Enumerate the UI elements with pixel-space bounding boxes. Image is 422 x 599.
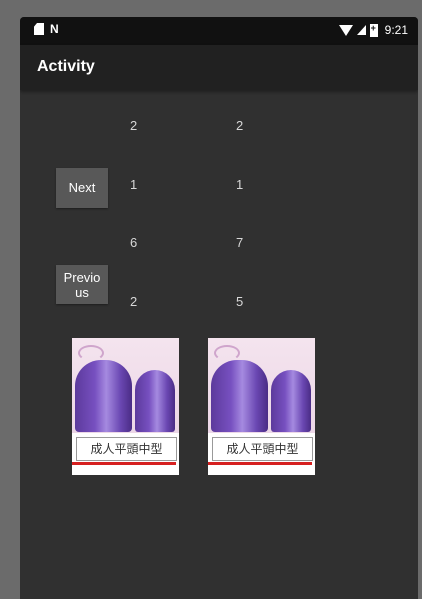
status-bar: N 9:21: [20, 17, 418, 45]
notification-n-icon: N: [50, 22, 59, 36]
next-button[interactable]: Next: [56, 168, 108, 208]
previous-button-label: Previo us: [63, 269, 101, 300]
signal-icon: [356, 25, 366, 35]
nail-photo: [208, 338, 315, 433]
number-col2-row4: 5: [236, 294, 244, 309]
previous-button[interactable]: Previo us: [56, 265, 108, 304]
number-col1-row2: 1: [130, 177, 138, 192]
number-col2-row1: 2: [236, 118, 244, 133]
app-bar: Activity: [20, 45, 418, 90]
nail-tip-small: [135, 370, 175, 432]
number-col2-row3: 7: [236, 235, 244, 250]
image-caption: 成人平頭中型: [212, 437, 313, 461]
number-col1-row3: 6: [130, 235, 138, 250]
red-underline: [208, 462, 312, 465]
wifi-icon: [338, 24, 353, 36]
image-caption: 成人平頭中型: [76, 437, 177, 461]
nail-photo: [72, 338, 179, 433]
number-col2-row2: 1: [236, 177, 244, 192]
nail-tip-large: [211, 360, 268, 432]
nail-tip-large: [75, 360, 132, 432]
battery-icon: [369, 23, 378, 37]
device-screen: N 9:21 Activity 2 1 6 2 2 1 7 5 Next Pre…: [20, 17, 418, 599]
product-image-1[interactable]: 成人平頭中型: [72, 338, 179, 475]
page-title: Activity: [37, 58, 95, 75]
number-col1-row1: 2: [130, 118, 138, 133]
product-image-2[interactable]: 成人平頭中型: [208, 338, 315, 475]
red-underline: [72, 462, 176, 465]
nail-tip-small: [271, 370, 311, 432]
number-col1-row4: 2: [130, 294, 138, 309]
status-time: 9:21: [384, 23, 408, 37]
sd-card-icon: [34, 23, 44, 35]
